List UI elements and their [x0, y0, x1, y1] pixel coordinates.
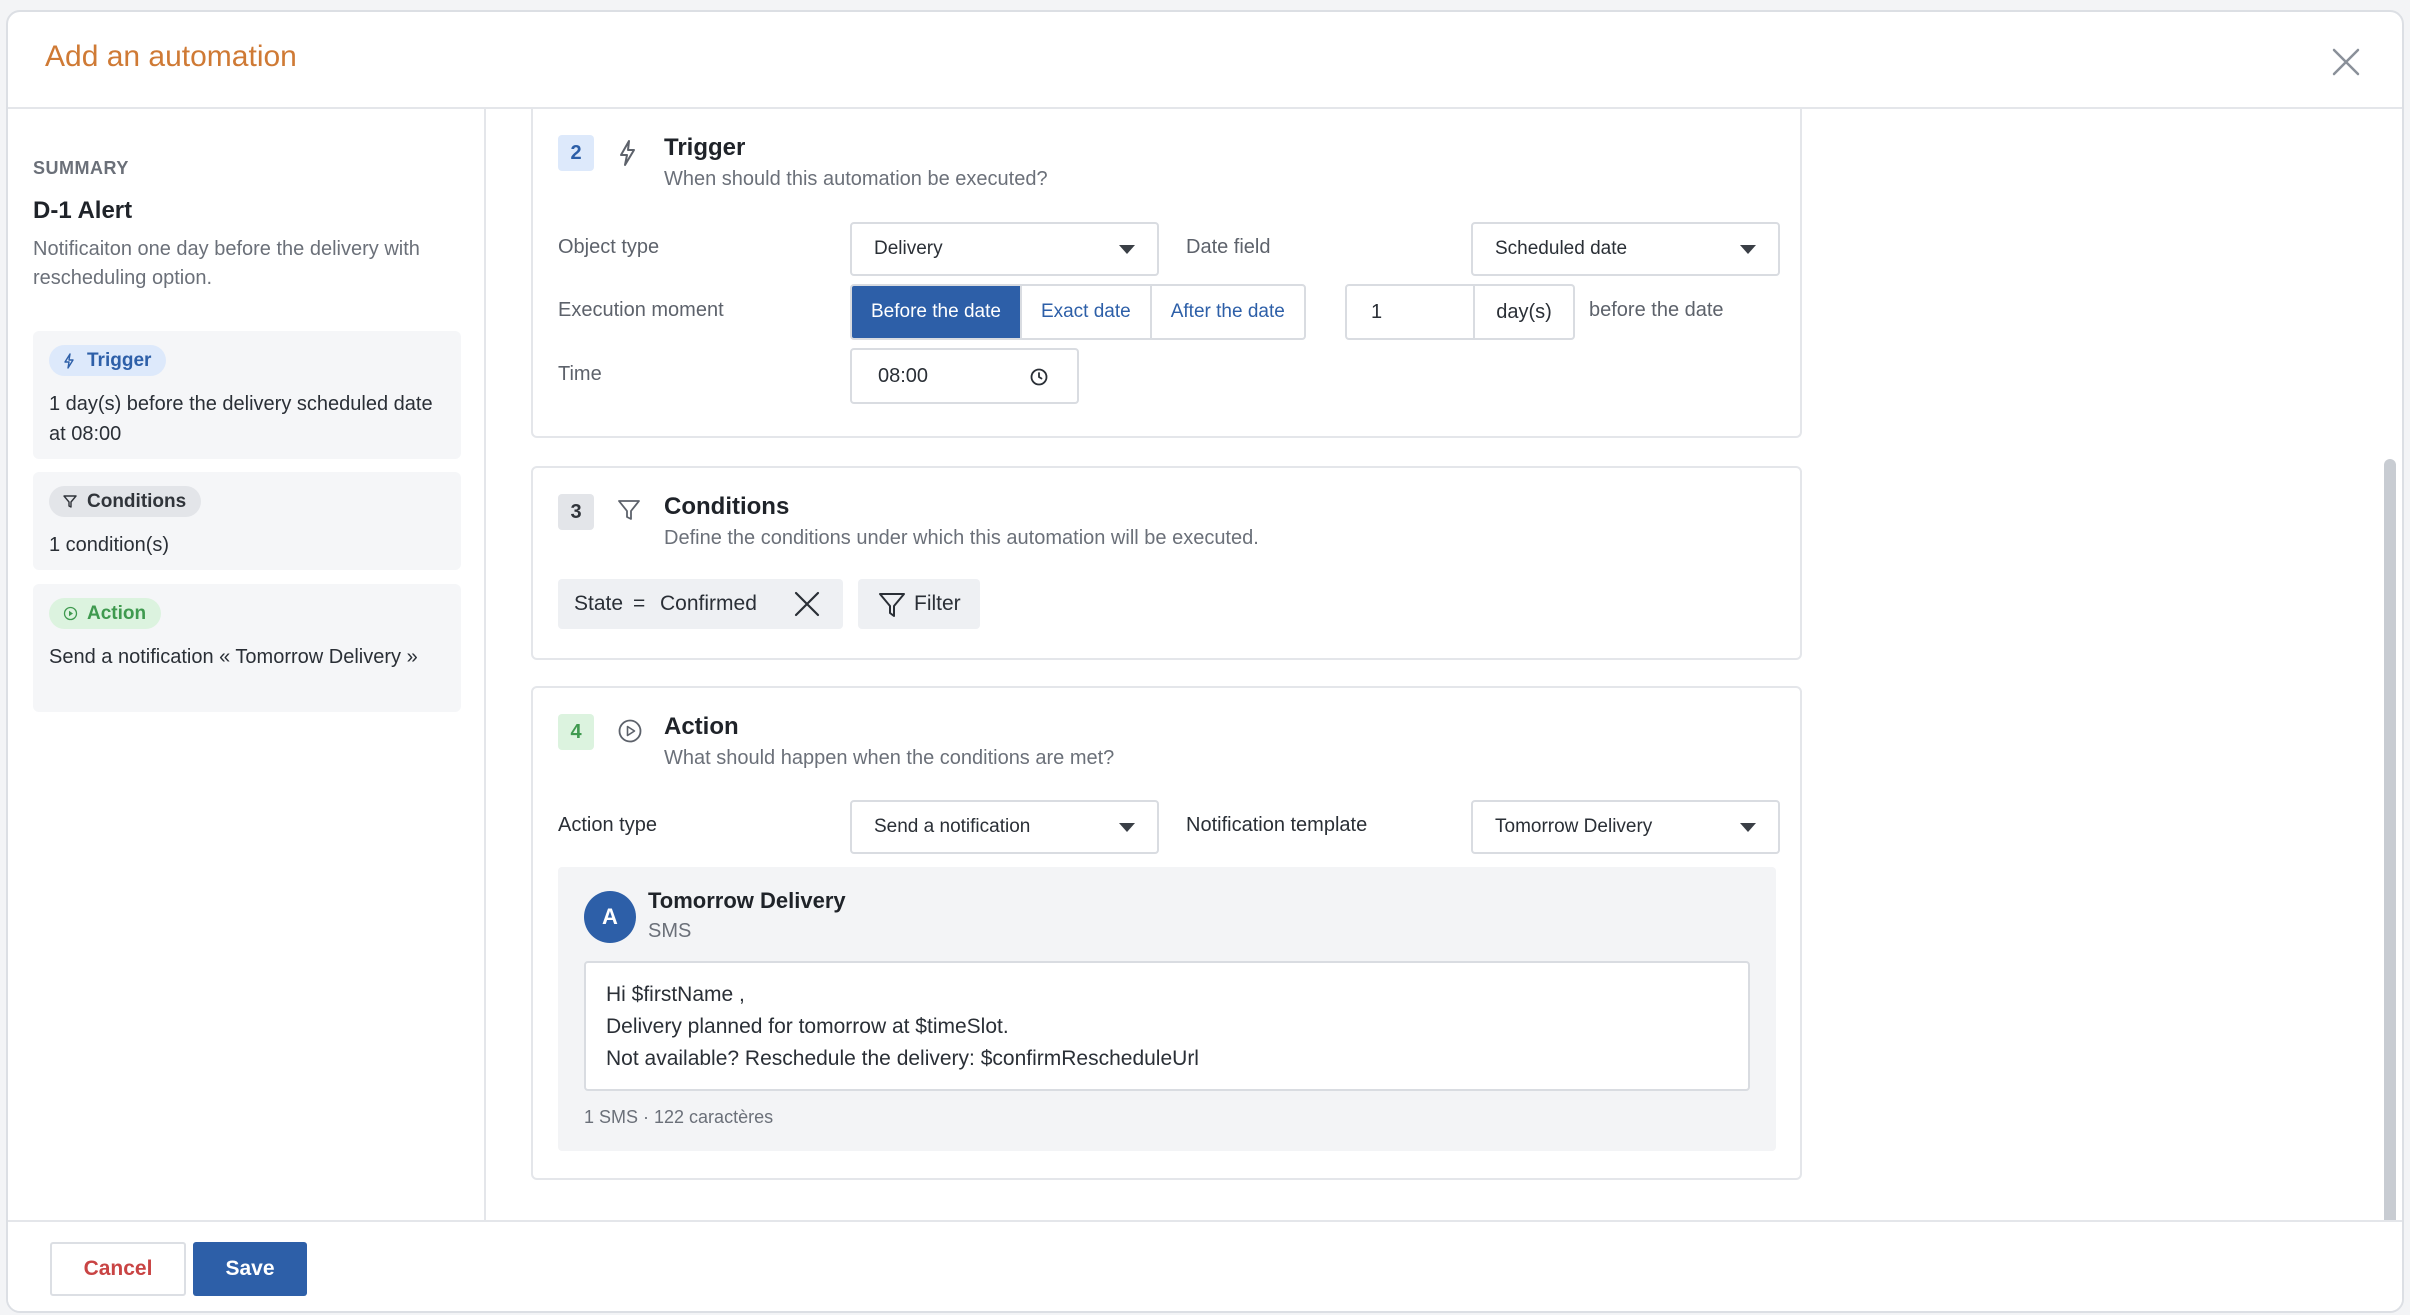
moment-before-the-date[interactable]: Before the date	[852, 286, 1022, 338]
trigger-chip-label: Trigger	[87, 350, 152, 371]
moment-exact-date[interactable]: Exact date	[1022, 286, 1152, 338]
message-line: Delivery planned for tomorrow at $timeSl…	[606, 1015, 1009, 1038]
play-icon	[618, 719, 642, 743]
close-button[interactable]	[2326, 42, 2366, 82]
summary-conditions-card: Conditions 1 condition(s)	[33, 472, 461, 570]
date-field-value: Scheduled date	[1495, 238, 1628, 259]
time-label: Time	[558, 363, 602, 385]
offset-input[interactable]: 1	[1345, 284, 1475, 340]
notification-channel: SMS	[648, 920, 692, 942]
lightning-icon	[64, 353, 74, 369]
notification-preview: A Tomorrow Delivery SMS Hi $firstName , …	[558, 867, 1776, 1151]
modal-header: Add an automation	[8, 12, 2402, 109]
condition-field: State	[574, 592, 624, 615]
summary-action-card: Action Send a notification « Tomorrow De…	[33, 584, 461, 712]
conditions-chip: Conditions	[49, 486, 202, 517]
lightning-icon	[620, 140, 635, 166]
notification-template-select[interactable]: Tomorrow Delivery	[1471, 800, 1780, 854]
filter-icon	[879, 593, 905, 617]
date-field-label: Date field	[1186, 236, 1271, 258]
action-title: Action	[664, 713, 739, 740]
notification-template-label: Notification template	[1186, 814, 1368, 836]
avatar: A	[584, 891, 636, 943]
scrollbar[interactable]	[2384, 459, 2396, 1229]
notification-title: Tomorrow Delivery	[648, 888, 846, 913]
chevron-down-icon	[1740, 245, 1756, 254]
message-line: Not available? Reschedule the delivery: …	[606, 1047, 1199, 1070]
add-filter-button[interactable]: Filter	[858, 579, 980, 629]
condition-operator: =	[633, 592, 646, 615]
conditions-subtitle: Define the conditions under which this a…	[664, 527, 1259, 549]
summary-description: Notificaiton one day before the delivery…	[33, 238, 420, 289]
summary-trigger-card: Trigger 1 day(s) before the delivery sch…	[33, 331, 461, 459]
conditions-summary-text: 1 condition(s)	[49, 534, 170, 556]
trigger-card: 2 Trigger When should this automation be…	[531, 109, 1802, 438]
summary-name: D-1 Alert	[33, 197, 133, 224]
action-summary-text: Send a notification « Tomorrow Delivery …	[49, 646, 418, 668]
sms-character-count: 1 SMS · 122 caractères	[584, 1107, 774, 1127]
close-icon	[2332, 48, 2360, 76]
trigger-title: Trigger	[664, 134, 746, 161]
message-line: Hi $firstName ,	[606, 983, 745, 1006]
summary-label: SUMMARY	[33, 158, 129, 178]
step-number-conditions: 3	[558, 494, 594, 530]
summary-sidebar: SUMMARY D-1 Alert Notificaiton one day b…	[8, 109, 486, 1220]
condition-chip: State = Confirmed	[558, 579, 843, 629]
filter-icon	[618, 500, 640, 520]
chevron-down-icon	[1119, 245, 1135, 254]
object-type-select[interactable]: Delivery	[850, 222, 1159, 276]
object-type-label: Object type	[558, 236, 660, 258]
main-content: 2 Trigger When should this automation be…	[488, 109, 2402, 1229]
date-field-select[interactable]: Scheduled date	[1471, 222, 1780, 276]
action-subtitle: What should happen when the conditions a…	[664, 747, 1115, 769]
step-number-action: 4	[558, 714, 594, 750]
save-button[interactable]: Save	[193, 1242, 307, 1296]
condition-value: Confirmed	[660, 592, 757, 615]
time-input[interactable]: 08:00	[850, 348, 1079, 404]
trigger-summary-text: 1 day(s) before the delivery scheduled d…	[49, 393, 433, 445]
object-type-value: Delivery	[874, 238, 943, 259]
offset-unit: day(s)	[1475, 284, 1575, 340]
cancel-button[interactable]: Cancel	[50, 1242, 186, 1296]
notification-template-value: Tomorrow Delivery	[1495, 816, 1653, 837]
conditions-chip-label: Conditions	[87, 491, 187, 512]
chevron-down-icon	[1740, 823, 1756, 832]
action-type-label: Action type	[558, 814, 657, 836]
trigger-subtitle: When should this automation be executed?	[664, 168, 1048, 190]
execution-moment-label: Execution moment	[558, 299, 724, 321]
step-number-trigger: 2	[558, 135, 594, 171]
message-textarea[interactable]: Hi $firstName , Delivery planned for tom…	[584, 961, 1750, 1091]
chevron-down-icon	[1119, 823, 1135, 832]
moment-after-the-date[interactable]: After the date	[1152, 286, 1304, 338]
modal-title: Add an automation	[45, 40, 297, 73]
remove-condition-icon[interactable]	[794, 591, 820, 617]
trigger-chip: Trigger	[49, 345, 167, 376]
action-type-value: Send a notification	[874, 816, 1031, 837]
conditions-card: 3 Conditions Define the conditions under…	[531, 466, 1802, 660]
time-value: 08:00	[878, 365, 929, 387]
execution-moment-segmented: Before the date Exact date After the dat…	[850, 284, 1306, 340]
action-card: 4 Action What should happen when the con…	[531, 686, 1802, 1180]
automation-modal: Add an automation SUMMARY D-1 Alert Noti…	[6, 10, 2404, 1313]
action-type-select[interactable]: Send a notification	[850, 800, 1159, 854]
clock-icon	[1030, 368, 1048, 386]
filter-button-label: Filter	[914, 592, 961, 615]
action-chip: Action	[49, 598, 162, 629]
modal-footer: Cancel Save	[8, 1220, 2402, 1311]
action-chip-label: Action	[87, 603, 147, 624]
conditions-title: Conditions	[664, 493, 790, 520]
offset-suffix: before the date	[1589, 299, 1724, 321]
play-icon	[63, 606, 78, 621]
filter-icon	[63, 495, 77, 508]
